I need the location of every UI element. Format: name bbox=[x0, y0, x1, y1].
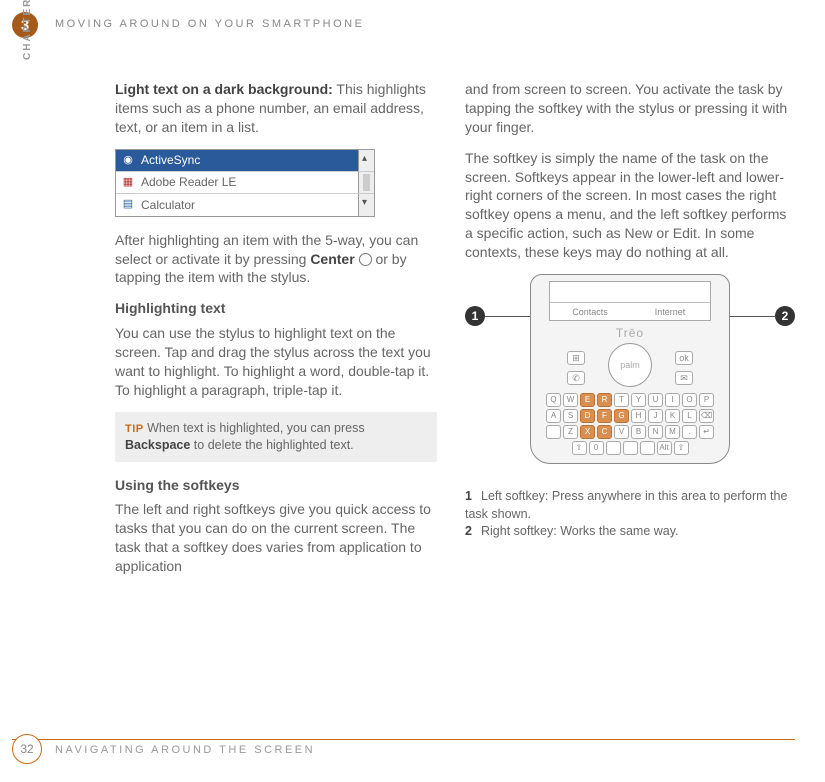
subhead-softkeys: Using the softkeys bbox=[115, 476, 437, 495]
center-button-icon bbox=[359, 253, 372, 266]
five-way-nav: palm bbox=[608, 343, 652, 387]
device-figure: 1 2 Contacts Internet Trēo ⊞ ok ✆ ✉ palm bbox=[465, 274, 795, 474]
left-column: Light text on a dark background: This hi… bbox=[115, 80, 437, 588]
keyboard-key: H bbox=[631, 409, 646, 423]
keyboard-key: Q bbox=[546, 393, 561, 407]
keyboard-key: S bbox=[563, 409, 578, 423]
keyboard-key bbox=[606, 441, 621, 455]
app-listbox: ◉ ActiveSync ▦ Adobe Reader LE ▤ Calcula… bbox=[115, 149, 375, 217]
softkey-right-label: Internet bbox=[630, 303, 710, 320]
keyboard-key: R bbox=[597, 393, 612, 407]
device-brand: Trēo bbox=[531, 325, 729, 341]
keyboard-key: J bbox=[648, 409, 663, 423]
keyboard-key: . bbox=[682, 425, 697, 439]
keyboard-key: X bbox=[580, 425, 595, 439]
scroll-down-icon bbox=[358, 194, 374, 216]
keyboard-key: F bbox=[597, 409, 612, 423]
ok-key: ok bbox=[675, 351, 693, 365]
subhead-highlighting: Highlighting text bbox=[115, 299, 437, 318]
list-item: ◉ ActiveSync bbox=[116, 150, 374, 172]
pdf-icon: ▦ bbox=[120, 174, 136, 190]
list-item: ▤ Calculator bbox=[116, 194, 374, 216]
keyboard-key: L bbox=[682, 409, 697, 423]
windows-key-icon: ⊞ bbox=[567, 351, 585, 365]
device-screen: Contacts Internet bbox=[549, 281, 711, 321]
mail-key-icon: ✉ bbox=[675, 371, 693, 385]
keyboard-key bbox=[623, 441, 638, 455]
device-illustration: Contacts Internet Trēo ⊞ ok ✆ ✉ palm QWE… bbox=[530, 274, 730, 464]
keyboard-key: W bbox=[563, 393, 578, 407]
keyboard-key: B bbox=[631, 425, 646, 439]
running-head: MOVING AROUND ON YOUR SMARTPHONE bbox=[55, 18, 364, 30]
keyboard-key: N bbox=[648, 425, 663, 439]
scroll-track bbox=[358, 172, 374, 193]
sync-icon: ◉ bbox=[120, 152, 136, 168]
keyboard-key: U bbox=[648, 393, 663, 407]
scroll-up-icon bbox=[358, 150, 374, 171]
para-highlighting: You can use the stylus to highlight text… bbox=[115, 324, 437, 400]
keyboard-key: V bbox=[614, 425, 629, 439]
calculator-icon: ▤ bbox=[120, 197, 136, 213]
para-softkeys: The left and right softkeys give you qui… bbox=[115, 500, 437, 576]
footer-section: NAVIGATING AROUND THE SCREEN bbox=[55, 744, 315, 756]
keyboard-key: E bbox=[580, 393, 595, 407]
keyboard-key: O bbox=[682, 393, 697, 407]
keyboard-key: C bbox=[597, 425, 612, 439]
keyboard-key: Y bbox=[631, 393, 646, 407]
legend-item: 1Left softkey: Press anywhere in this ar… bbox=[465, 488, 795, 523]
para-softkey-desc: The softkey is simply the name of the ta… bbox=[465, 149, 795, 262]
keyboard-key: ⇧ bbox=[674, 441, 689, 455]
keyboard-key: P bbox=[699, 393, 714, 407]
keyboard-key bbox=[640, 441, 655, 455]
keyboard-key: A bbox=[546, 409, 561, 423]
keyboard-key: G bbox=[614, 409, 629, 423]
phone-key-icon: ✆ bbox=[567, 371, 585, 385]
keyboard-key bbox=[546, 425, 561, 439]
device-keyboard: QWERTYUIOP ASDFGHJKL⌫ ZXCVBNM.↵ ⇧0Alt⇧ bbox=[543, 393, 717, 457]
legend-item: 2Right softkey: Works the same way. bbox=[465, 523, 795, 541]
keyboard-key: M bbox=[665, 425, 680, 439]
keyboard-key: 0 bbox=[589, 441, 604, 455]
figure-legend: 1Left softkey: Press anywhere in this ar… bbox=[465, 488, 795, 541]
callout-2: 2 bbox=[775, 306, 795, 326]
keyboard-key: Alt bbox=[657, 441, 672, 455]
keyboard-key: Z bbox=[563, 425, 578, 439]
footer-rule bbox=[12, 739, 795, 740]
bold-lead: Light text on a dark background: bbox=[115, 81, 333, 97]
chapter-vertical-label: CHAPTER bbox=[22, 0, 33, 60]
list-item: ▦ Adobe Reader LE bbox=[116, 172, 374, 194]
keyboard-key: D bbox=[580, 409, 595, 423]
keyboard-key: ⇧ bbox=[572, 441, 587, 455]
callout-1: 1 bbox=[465, 306, 485, 326]
keyboard-key: ⌫ bbox=[699, 409, 714, 423]
right-column: and from screen to screen. You activate … bbox=[465, 80, 795, 588]
keyboard-key: K bbox=[665, 409, 680, 423]
tip-label: TIP bbox=[125, 423, 144, 435]
softkey-left-label: Contacts bbox=[550, 303, 630, 320]
para-light-text: Light text on a dark background: This hi… bbox=[115, 80, 437, 137]
tip-box: TIP When text is highlighted, you can pr… bbox=[115, 412, 437, 462]
para-after-highlight: After highlighting an item with the 5-wa… bbox=[115, 231, 437, 288]
para-continue: and from screen to screen. You activate … bbox=[465, 80, 795, 137]
keyboard-key: T bbox=[614, 393, 629, 407]
keyboard-key: I bbox=[665, 393, 680, 407]
page-number-badge: 32 bbox=[12, 734, 42, 764]
keyboard-key: ↵ bbox=[699, 425, 714, 439]
